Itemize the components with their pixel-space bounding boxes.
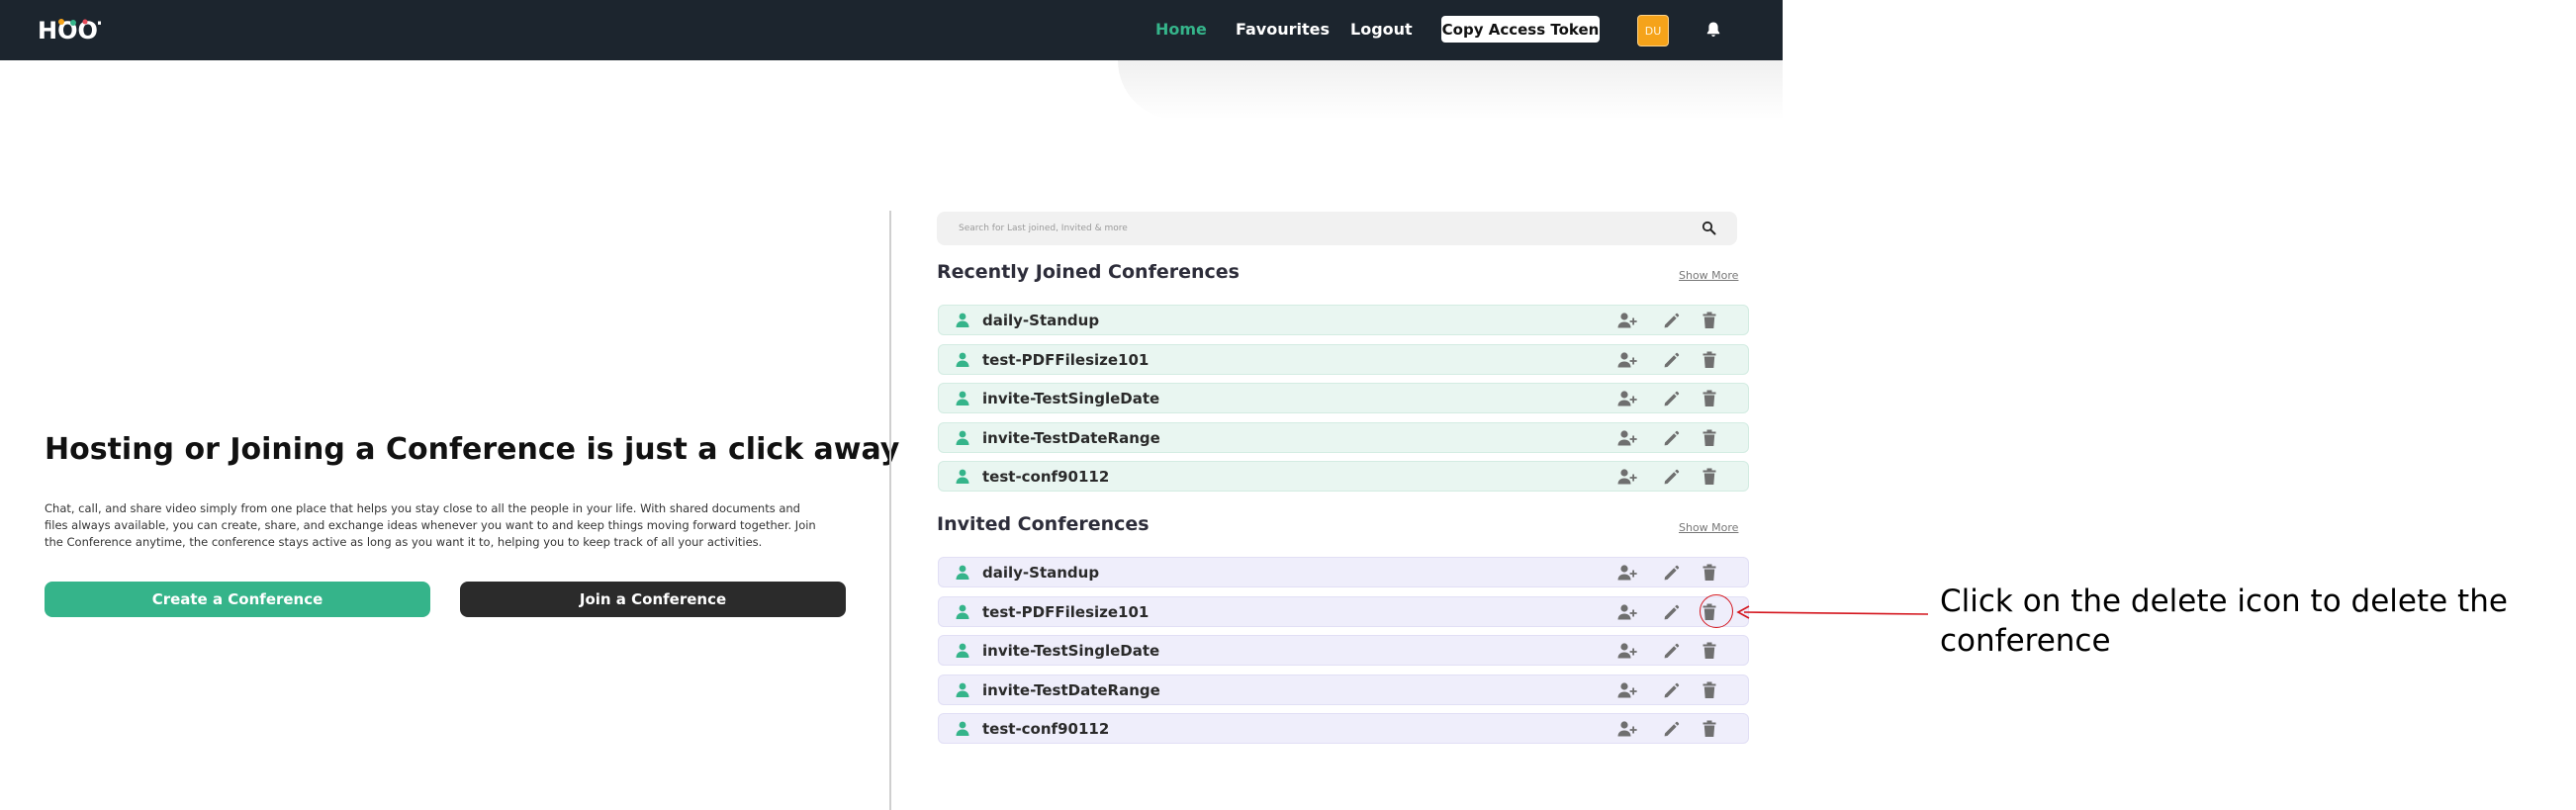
user-avatar[interactable]: DU [1637, 15, 1669, 46]
conference-name: invite-TestDateRange [982, 680, 1160, 699]
recent-conferences-title: Recently Joined Conferences [937, 261, 1240, 283]
conference-name: invite-TestDateRange [982, 428, 1160, 447]
add-user-icon[interactable] [1617, 642, 1637, 660]
add-user-icon[interactable] [1617, 351, 1637, 369]
add-user-icon[interactable] [1617, 390, 1637, 407]
edit-pencil-icon[interactable] [1663, 352, 1680, 369]
edit-pencil-icon[interactable] [1663, 604, 1680, 621]
conference-name: invite-TestSingleDate [982, 390, 1160, 408]
add-user-icon[interactable] [1617, 564, 1637, 582]
hero-description: Chat, call, and share video simply from … [45, 501, 816, 549]
hero-title: Hosting or Joining a Conference is just … [45, 432, 900, 467]
delete-trash-icon[interactable] [1702, 720, 1716, 738]
search-icon[interactable] [1702, 221, 1716, 235]
user-icon [956, 469, 969, 485]
user-icon [956, 682, 969, 697]
svg-text:HOOT: HOOT [38, 17, 101, 45]
delete-trash-icon[interactable] [1702, 468, 1716, 486]
navbar-shadow [1118, 60, 1783, 120]
add-user-icon[interactable] [1617, 720, 1637, 738]
user-icon [956, 604, 969, 619]
edit-pencil-icon[interactable] [1663, 391, 1680, 407]
search-bar [937, 212, 1737, 245]
delete-trash-icon[interactable] [1702, 429, 1716, 447]
nav-favourites-link[interactable]: Favourites [1236, 20, 1330, 39]
app-screenshot: HOOT Home Favourites Logout Copy Access … [0, 0, 1783, 810]
annotation-arrow [1736, 605, 1929, 619]
edit-pencil-icon[interactable] [1663, 643, 1680, 660]
edit-pencil-icon[interactable] [1663, 682, 1680, 699]
add-user-icon[interactable] [1617, 603, 1637, 621]
copy-access-token-button[interactable]: Copy Access Token [1441, 16, 1600, 43]
conference-row[interactable]: test-PDFFilesize101 [938, 595, 1749, 627]
add-user-icon[interactable] [1617, 312, 1637, 329]
nav-home-link[interactable]: Home [1155, 20, 1207, 39]
conference-name: test-PDFFilesize101 [982, 350, 1150, 369]
conference-row[interactable]: invite-TestSingleDate [938, 383, 1749, 414]
hoot-logo[interactable]: HOOT [36, 14, 101, 45]
add-user-icon[interactable] [1617, 468, 1637, 486]
delete-highlight-circle [1700, 594, 1733, 628]
edit-pencil-icon[interactable] [1663, 469, 1680, 486]
annotation-text: Click on the delete icon to delete the c… [1940, 584, 2508, 659]
conference-row[interactable]: invite-TestDateRange [938, 674, 1749, 705]
conference-row[interactable]: test-conf90112 [938, 461, 1749, 493]
edit-pencil-icon[interactable] [1663, 721, 1680, 738]
recent-show-more-link[interactable]: Show More [1679, 269, 1738, 282]
notification-bell-icon[interactable] [1704, 21, 1722, 39]
add-user-icon[interactable] [1617, 681, 1637, 699]
user-icon [956, 391, 969, 406]
user-icon [956, 643, 969, 659]
conference-row[interactable]: invite-TestDateRange [938, 421, 1749, 453]
search-input[interactable] [959, 221, 1651, 236]
conference-name: test-conf90112 [982, 468, 1110, 487]
delete-trash-icon[interactable] [1702, 564, 1716, 582]
user-icon [956, 721, 969, 737]
user-icon [956, 352, 969, 367]
create-conference-button[interactable]: Create a Conference [45, 582, 430, 617]
conference-row[interactable]: test-PDFFilesize101 [938, 343, 1749, 375]
delete-trash-icon[interactable] [1702, 312, 1716, 329]
edit-pencil-icon[interactable] [1663, 313, 1680, 329]
conference-row[interactable]: test-conf90112 [938, 713, 1749, 745]
conference-name: test-conf90112 [982, 720, 1110, 739]
invited-conferences-title: Invited Conferences [937, 513, 1150, 535]
user-icon [956, 565, 969, 580]
vertical-divider [889, 211, 891, 810]
conference-name: daily-Standup [982, 564, 1100, 582]
add-user-icon[interactable] [1617, 429, 1637, 447]
conference-name: test-PDFFilesize101 [982, 602, 1150, 621]
delete-trash-icon[interactable] [1702, 351, 1716, 369]
edit-pencil-icon[interactable] [1663, 430, 1680, 447]
conference-row[interactable]: daily-Standup [938, 305, 1749, 335]
delete-trash-icon[interactable] [1702, 681, 1716, 699]
user-icon [956, 430, 969, 445]
delete-trash-icon[interactable] [1702, 642, 1716, 660]
join-conference-button[interactable]: Join a Conference [460, 582, 846, 617]
conference-name: daily-Standup [982, 312, 1100, 329]
edit-pencil-icon[interactable] [1663, 565, 1680, 582]
user-icon [956, 313, 969, 327]
conference-row[interactable]: daily-Standup [938, 557, 1749, 587]
nav-logout-link[interactable]: Logout [1350, 20, 1413, 39]
invited-show-more-link[interactable]: Show More [1679, 521, 1738, 534]
top-navbar: HOOT Home Favourites Logout Copy Access … [0, 0, 1783, 60]
app-root: HOOT Home Favourites Logout Copy Access … [0, 0, 2576, 810]
conference-row[interactable]: invite-TestSingleDate [938, 635, 1749, 667]
delete-trash-icon[interactable] [1702, 390, 1716, 407]
conference-name: invite-TestSingleDate [982, 642, 1160, 661]
